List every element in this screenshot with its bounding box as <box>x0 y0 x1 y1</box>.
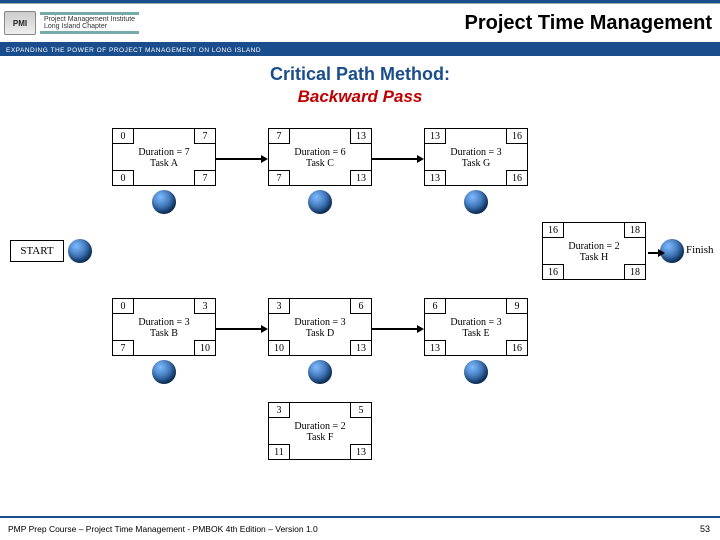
arrow-icon <box>216 155 268 163</box>
connector-ball <box>308 360 332 384</box>
start-node: START <box>10 240 64 262</box>
task-node-e: 6 9 Duration = 3 Task E 13 16 <box>424 298 528 356</box>
page-number: 53 <box>700 524 710 534</box>
task-node-f: 3 5 Duration = 2 Task F 11 13 <box>268 402 372 460</box>
connector-ball <box>152 190 176 214</box>
task-node-b: 0 3 Duration = 3 Task B 7 10 <box>112 298 216 356</box>
connector-ball <box>464 190 488 214</box>
task-node-h: 16 18 Duration = 2 Task H 16 18 <box>542 222 646 280</box>
es-cell: 0 <box>112 128 134 144</box>
connector-ball <box>68 239 92 263</box>
footer-text: PMP Prep Course – Project Time Managemen… <box>8 524 318 534</box>
logo-line1: Project Management Institute <box>44 16 135 23</box>
pmi-logo: PMI Project Management Institute Long Is… <box>4 11 139 35</box>
logo-badge: PMI <box>4 11 36 35</box>
task-node-d: 3 6 Duration = 3 Task D 10 13 <box>268 298 372 356</box>
subtitle-2: Backward Pass <box>0 87 720 107</box>
task-node-c: 7 13 Duration = 6 Task C 7 13 <box>268 128 372 186</box>
arrow-icon <box>648 249 665 257</box>
task-node-g: 13 16 Duration = 3 Task G 13 16 <box>424 128 528 186</box>
arrow-icon <box>216 325 268 333</box>
task-node-a: 0 7 Duration = 7 Task A 0 7 <box>112 128 216 186</box>
connector-ball <box>308 190 332 214</box>
logo-line2: Long Island Chapter <box>44 23 135 30</box>
arrow-icon <box>372 155 424 163</box>
page-title: Project Time Management <box>465 12 712 35</box>
connector-ball <box>152 360 176 384</box>
subtitle-1: Critical Path Method: <box>0 64 720 85</box>
lf-cell: 7 <box>194 170 216 186</box>
cpm-diagram: START 0 7 Duration = 7 Task A 0 7 7 13 D… <box>0 120 720 480</box>
ls-cell: 0 <box>112 170 134 186</box>
ef-cell: 7 <box>194 128 216 144</box>
finish-label: Finish <box>686 244 714 256</box>
connector-ball <box>464 360 488 384</box>
task-name: Task A <box>113 158 215 169</box>
tagline: EXPANDING THE POWER OF PROJECT MANAGEMEN… <box>0 45 720 56</box>
arrow-icon <box>372 325 424 333</box>
header: PMI Project Management Institute Long Is… <box>0 4 720 42</box>
